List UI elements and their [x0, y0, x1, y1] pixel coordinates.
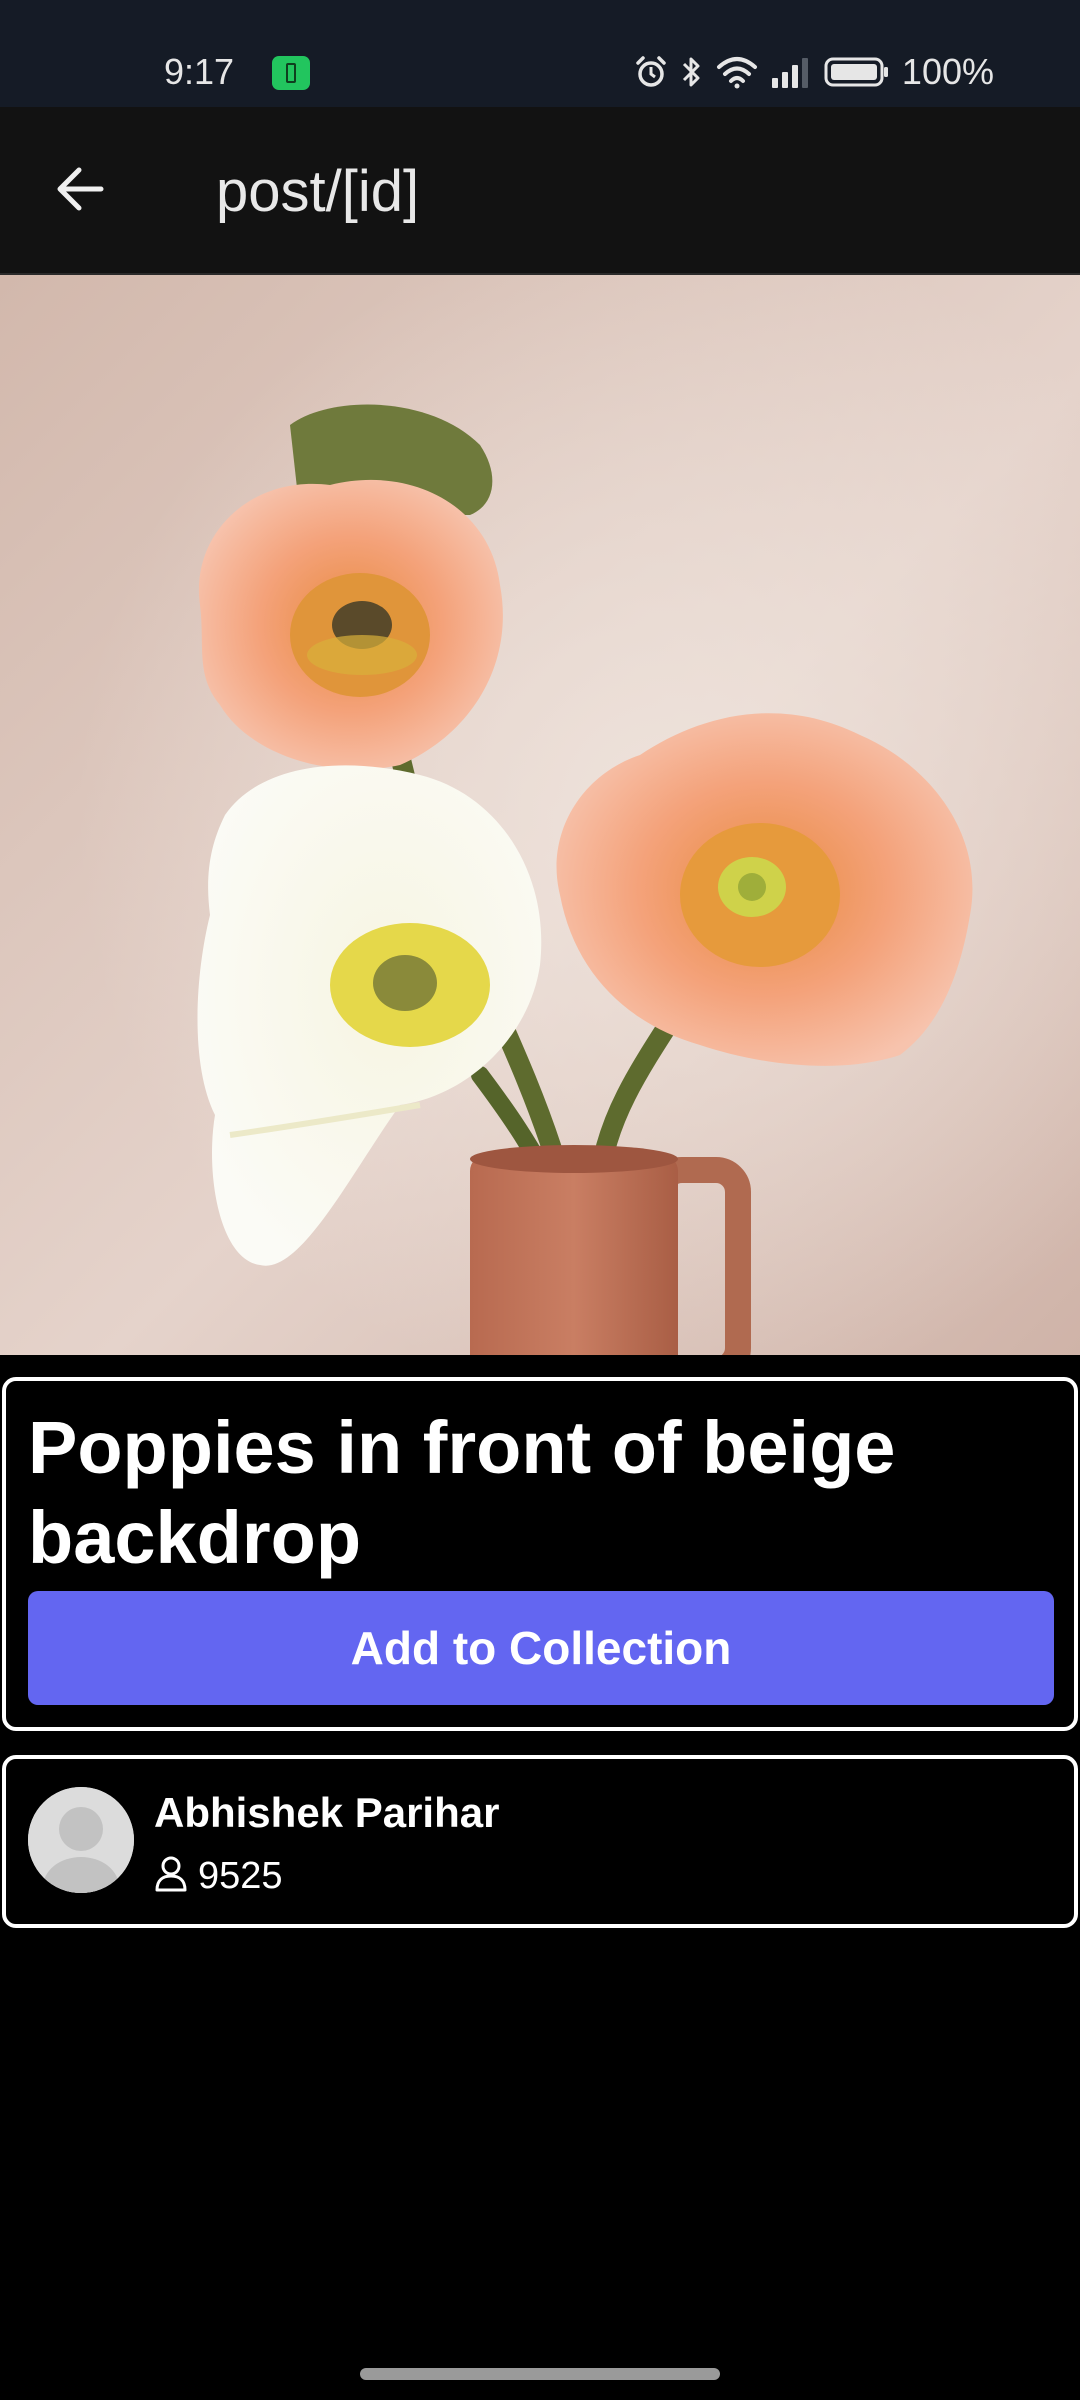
- signal-icon: [770, 56, 812, 88]
- back-button[interactable]: [40, 151, 120, 231]
- battery-saver-icon: [272, 56, 310, 90]
- follower-count: 9525: [198, 1855, 283, 1897]
- app-bar: post/[id]: [0, 107, 1080, 275]
- status-icons: 100%: [634, 50, 994, 94]
- follower-stat: 9525: [154, 1853, 283, 1899]
- author-card[interactable]: Abhishek Parihar 9525: [2, 1755, 1078, 1928]
- post-title: Poppies in front of beige backdrop: [28, 1406, 896, 1579]
- author-name: Abhishek Parihar: [154, 1789, 500, 1836]
- post-image: [0, 275, 1080, 1355]
- alarm-icon: [634, 55, 668, 89]
- status-bar: 9:17 100%: [0, 0, 1080, 107]
- user-icon: [154, 1856, 188, 1897]
- battery-percent: 100%: [901, 51, 994, 92]
- bluetooth-icon: [680, 54, 704, 90]
- wifi-icon: [716, 55, 758, 89]
- add-to-collection-button[interactable]: Add to Collection: [28, 1591, 1054, 1705]
- status-time: 9:17: [164, 51, 235, 92]
- avatar[interactable]: [28, 1787, 134, 1893]
- page-title: post/[id]: [216, 159, 420, 224]
- arrow-left-icon: [53, 162, 107, 221]
- battery-icon: [824, 56, 890, 88]
- home-indicator[interactable]: [360, 2368, 720, 2380]
- post-info-card: Poppies in front of beige backdrop Add t…: [2, 1377, 1078, 1731]
